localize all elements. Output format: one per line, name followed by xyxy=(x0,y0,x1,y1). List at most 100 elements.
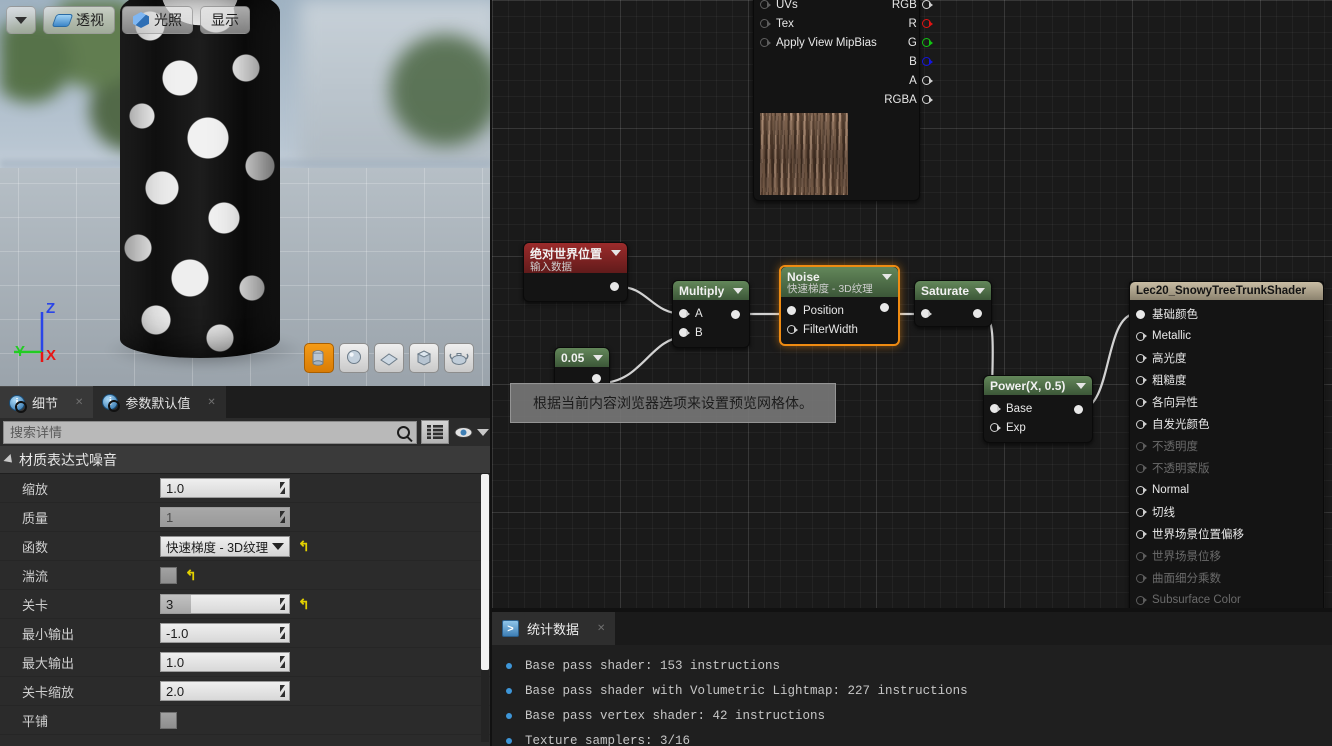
node-multiply[interactable]: Multiply A B xyxy=(672,280,750,348)
node-pin-a[interactable]: A xyxy=(883,71,939,90)
tab-stats[interactable]: > 统计数据 ✕ xyxy=(492,612,616,645)
node-saturate[interactable]: Saturate xyxy=(914,280,992,327)
property-number-field[interactable]: 1 xyxy=(160,507,290,527)
node-pin-output[interactable] xyxy=(1074,404,1085,415)
preview-mesh-cylinder[interactable] xyxy=(120,0,280,358)
node-pin-exp[interactable]: Exp xyxy=(984,418,1092,437)
tab-details[interactable]: i 细节 ✕ xyxy=(0,386,94,418)
property-category-header[interactable]: 材质表达式噪音 xyxy=(0,446,492,474)
material-preview-viewport[interactable]: 透视 光照 显示 Z Y X xyxy=(0,0,492,386)
tab-close-icon[interactable]: ✕ xyxy=(207,397,215,408)
node-header[interactable]: Saturate xyxy=(915,281,991,300)
tab-close-icon[interactable]: ✕ xyxy=(597,623,605,634)
property-checkbox[interactable] xyxy=(160,711,177,729)
material-output-pin[interactable]: Normal xyxy=(1130,479,1323,501)
property-number-field[interactable]: 1.0 xyxy=(160,478,290,498)
node-pin-rgb[interactable]: RGB xyxy=(883,0,939,14)
visibility-button[interactable] xyxy=(453,425,473,439)
node-pin-b[interactable]: B xyxy=(673,323,749,342)
property-number-field[interactable]: 2.0 xyxy=(160,681,290,701)
tab-parameter-defaults[interactable]: i 参数默认值 ✕ xyxy=(93,386,226,418)
material-output-pin[interactable]: 世界场景位置偏移 xyxy=(1130,523,1323,545)
node-header[interactable]: 0.05 xyxy=(555,348,609,367)
spinner-icon[interactable] xyxy=(280,482,285,489)
material-output-pin-label: 各向异性 xyxy=(1152,397,1198,409)
node-pin-output[interactable] xyxy=(610,281,621,292)
material-output-pin[interactable]: 世界场景位移 xyxy=(1130,545,1323,567)
property-slider-field[interactable]: 3 xyxy=(160,594,290,614)
node-pin-tex[interactable]: Tex xyxy=(754,14,883,33)
chevron-down-icon[interactable] xyxy=(1076,382,1086,389)
node-pin-input[interactable] xyxy=(921,308,932,319)
node-texture-sample[interactable]: UVs Tex Apply View MipBias RGB R G B A R… xyxy=(753,0,933,201)
material-output-pin[interactable]: 不透明度 xyxy=(1130,435,1323,457)
chevron-down-icon[interactable] xyxy=(733,287,743,294)
property-checkbox[interactable] xyxy=(160,566,177,584)
search-input-wrapper[interactable] xyxy=(3,420,417,444)
material-output-pin[interactable]: 不透明蒙版 xyxy=(1130,457,1323,479)
node-header[interactable]: Multiply xyxy=(673,281,749,300)
preview-shape-cylinder-button[interactable] xyxy=(304,343,334,373)
material-output-pin[interactable]: 高光度 xyxy=(1130,347,1323,369)
revert-to-default-icon[interactable]: ↰ xyxy=(298,596,310,613)
chevron-down-icon[interactable] xyxy=(272,542,284,550)
material-output-pin[interactable]: 曲面细分乘数 xyxy=(1130,567,1323,589)
node-material-output[interactable]: Lec20_SnowyTreeTrunkShader 基础颜色 Metallic 高… xyxy=(1129,281,1324,612)
material-output-pin[interactable]: 自发光颜色 xyxy=(1130,413,1323,435)
viewport-lighting-button[interactable]: 光照 xyxy=(122,6,193,34)
spinner-icon[interactable] xyxy=(280,656,285,663)
material-output-pin-label: 曲面细分乘数 xyxy=(1152,573,1221,585)
material-output-pin[interactable]: 粗糙度 xyxy=(1130,369,1323,391)
node-pin-r[interactable]: R xyxy=(883,14,939,33)
node-absolute-world-position[interactable]: 绝对世界位置 输入数据 xyxy=(523,242,628,302)
node-pin-apply-view-mipbias[interactable]: Apply View MipBias xyxy=(754,33,883,52)
grid-view-button[interactable] xyxy=(421,420,449,444)
property-select[interactable]: 快速梯度 - 3D纹理 xyxy=(160,535,290,557)
node-pin-b[interactable]: B xyxy=(883,52,939,71)
node-header[interactable]: Lec20_SnowyTreeTrunkShader xyxy=(1130,282,1323,300)
chevron-down-icon[interactable] xyxy=(593,354,603,361)
revert-to-default-icon[interactable]: ↰ xyxy=(298,538,310,555)
chevron-down-icon[interactable] xyxy=(611,250,621,256)
viewport-show-button[interactable]: 显示 xyxy=(200,6,250,34)
preview-shape-plane-button[interactable] xyxy=(374,343,404,373)
node-power[interactable]: Power(X, 0.5) Base Exp xyxy=(983,375,1093,443)
node-header[interactable]: Noise 快速梯度 - 3D纹理 xyxy=(781,267,898,297)
chevron-down-icon[interactable] xyxy=(975,287,985,294)
stats-item: Base pass shader: 153 instructions xyxy=(506,653,1332,678)
node-pin-output[interactable] xyxy=(973,308,984,319)
material-output-pin[interactable]: 基础颜色 xyxy=(1130,303,1323,325)
node-pin-rgba[interactable]: RGBA xyxy=(883,90,939,109)
node-header[interactable]: Power(X, 0.5) xyxy=(984,376,1092,395)
chevron-down-icon[interactable] xyxy=(882,274,892,280)
viewport-options-button[interactable] xyxy=(6,6,36,34)
node-pin-output[interactable] xyxy=(731,309,742,320)
material-output-pin[interactable]: 各向异性 xyxy=(1130,391,1323,413)
material-output-pin[interactable]: Metallic xyxy=(1130,325,1323,347)
property-number-field[interactable]: 1.0 xyxy=(160,652,290,672)
node-pin-output[interactable] xyxy=(880,302,891,313)
spinner-icon[interactable] xyxy=(280,511,285,518)
visibility-dropdown-icon[interactable] xyxy=(477,428,489,436)
details-scrollbar-thumb[interactable] xyxy=(481,474,489,670)
node-noise[interactable]: Noise 快速梯度 - 3D纹理 Position FilterWidth xyxy=(779,265,900,346)
material-output-pin[interactable]: 切线 xyxy=(1130,501,1323,523)
node-pin-uvs[interactable]: UVs xyxy=(754,0,883,14)
revert-to-default-icon[interactable]: ↰ xyxy=(185,567,197,584)
property-number-field[interactable]: -1.0 xyxy=(160,623,290,643)
viewport-perspective-button[interactable]: 透视 xyxy=(43,6,115,34)
material-node-graph[interactable]: UVs Tex Apply View MipBias RGB R G B A R… xyxy=(492,0,1332,612)
spinner-icon[interactable] xyxy=(280,685,285,692)
search-input[interactable] xyxy=(10,424,410,440)
pin-icon xyxy=(1136,485,1147,496)
node-pin-g[interactable]: G xyxy=(883,33,939,52)
preview-shape-teapot-button[interactable] xyxy=(444,343,474,373)
preview-shape-sphere-button[interactable] xyxy=(339,343,369,373)
preview-shape-cube-button[interactable] xyxy=(409,343,439,373)
spinner-icon[interactable] xyxy=(280,598,285,605)
spinner-icon[interactable] xyxy=(280,627,285,634)
node-header[interactable]: 绝对世界位置 输入数据 xyxy=(524,243,627,273)
tab-close-icon[interactable]: ✕ xyxy=(75,397,83,408)
node-pin-filterwidth[interactable]: FilterWidth xyxy=(781,320,898,339)
details-scrollbar-track[interactable] xyxy=(481,474,489,742)
